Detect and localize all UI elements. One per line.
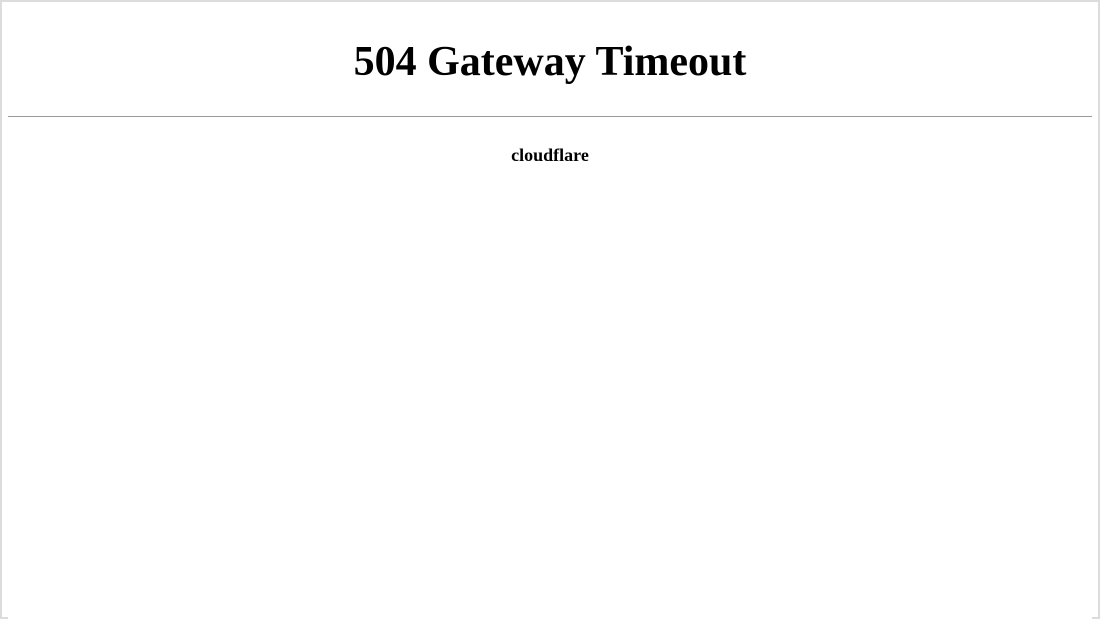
error-title: 504 Gateway Timeout <box>8 38 1092 86</box>
error-page-container: 504 Gateway Timeout cloudflare <box>8 38 1092 641</box>
provider-label: cloudflare <box>8 145 1092 166</box>
divider <box>8 116 1092 117</box>
